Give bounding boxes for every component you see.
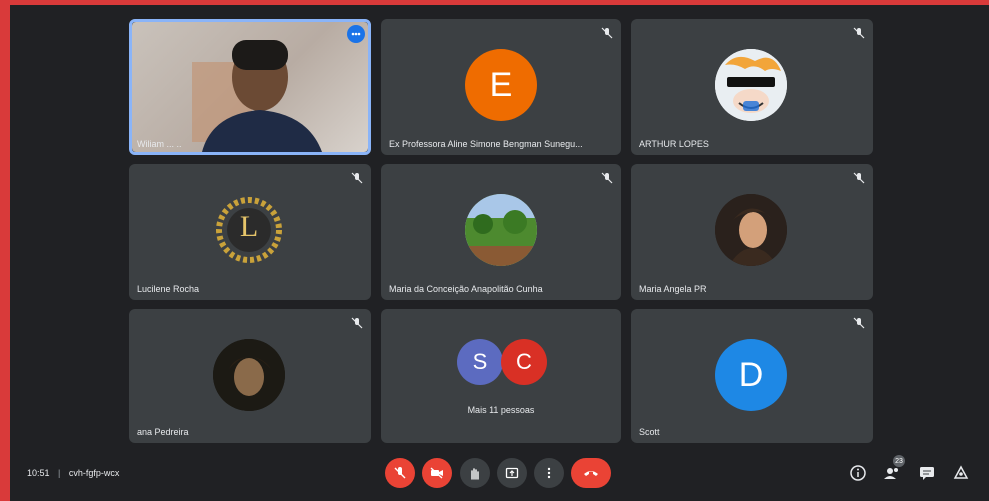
- participant-name: Maria da Conceição Anapolitão Cunha: [389, 284, 543, 294]
- profile-photo-image: [715, 194, 787, 266]
- participant-name: Wiliam ... ..: [137, 139, 182, 149]
- info-icon[interactable]: [848, 463, 868, 483]
- camera-off-icon: [430, 467, 443, 479]
- participant-grid: Wiliam ... .. E Ex Professora Aline Simo…: [0, 0, 989, 450]
- avatar: [715, 194, 787, 266]
- mic-off-icon: [394, 467, 406, 479]
- participant-name: Maria Angela PR: [639, 284, 707, 294]
- more-participants-label: Mais 11 pessoas: [467, 405, 535, 415]
- present-screen-button[interactable]: [497, 458, 527, 488]
- participant-name: ana Pedreira: [137, 427, 189, 437]
- meeting-code: cvh-fgfp-wcx: [68, 468, 120, 478]
- cartoon-avatar-image: [715, 49, 787, 121]
- participant-tile[interactable]: ARTHUR LOPES: [631, 19, 873, 155]
- mic-off-icon: [351, 172, 363, 184]
- more-options-icon: [547, 467, 551, 479]
- meeting-separator: |: [58, 468, 61, 478]
- mic-off-icon: [351, 317, 363, 329]
- leave-call-button[interactable]: [571, 458, 611, 488]
- landscape-photo-image: [465, 194, 537, 266]
- mic-off-icon: [601, 172, 613, 184]
- meeting-details: 10:51 | cvh-fgfp-wcx: [27, 468, 119, 478]
- mic-toggle-button[interactable]: [385, 458, 415, 488]
- more-participants-tile[interactable]: S C Mais 11 pessoas: [381, 309, 621, 443]
- activities-icon[interactable]: [951, 463, 971, 483]
- participants-count-badge: 23: [893, 455, 905, 467]
- participant-tile[interactable]: E Ex Professora Aline Simone Bengman Sun…: [381, 19, 621, 155]
- video-frame: [192, 40, 322, 152]
- logo-letter: L: [239, 210, 259, 243]
- meeting-time: 10:51: [27, 468, 50, 478]
- camera-toggle-button[interactable]: [422, 458, 452, 488]
- present-icon: [505, 467, 519, 479]
- avatar: D: [715, 339, 787, 411]
- avatar: [715, 49, 787, 121]
- meeting-toolbar: [0, 450, 989, 501]
- avatar: C: [501, 339, 547, 385]
- more-options-button[interactable]: [534, 458, 564, 488]
- participant-name: Scott: [639, 427, 660, 437]
- participant-tile[interactable]: ana Pedreira: [129, 309, 371, 443]
- avatar: L: [213, 194, 285, 266]
- mic-off-icon: [853, 27, 865, 39]
- end-call-icon: [584, 471, 598, 476]
- participant-name: ARTHUR LOPES: [639, 139, 709, 149]
- profile-photo-image: [213, 339, 285, 411]
- participant-name: Ex Professora Aline Simone Bengman Suneg…: [389, 139, 583, 149]
- avatar: [213, 339, 285, 411]
- mic-off-icon: [853, 317, 865, 329]
- participant-tile[interactable]: Maria Angela PR: [631, 164, 873, 300]
- raise-hand-icon: [471, 468, 479, 480]
- speaking-indicator-icon: [347, 25, 365, 43]
- participant-tile[interactable]: Wiliam ... ..: [129, 19, 371, 155]
- participant-video: [132, 22, 368, 152]
- mic-off-icon: [601, 27, 613, 39]
- participant-tile[interactable]: L Lucilene Rocha: [129, 164, 371, 300]
- avatar: E: [465, 49, 537, 121]
- participant-tile[interactable]: Maria da Conceição Anapolitão Cunha: [381, 164, 621, 300]
- participant-name: Lucilene Rocha: [137, 284, 200, 294]
- raise-hand-button[interactable]: [460, 458, 490, 488]
- chat-icon[interactable]: [917, 463, 937, 483]
- avatar: S: [457, 339, 503, 385]
- mic-off-icon: [853, 172, 865, 184]
- participant-tile[interactable]: D Scott: [631, 309, 873, 443]
- avatar: [465, 194, 537, 266]
